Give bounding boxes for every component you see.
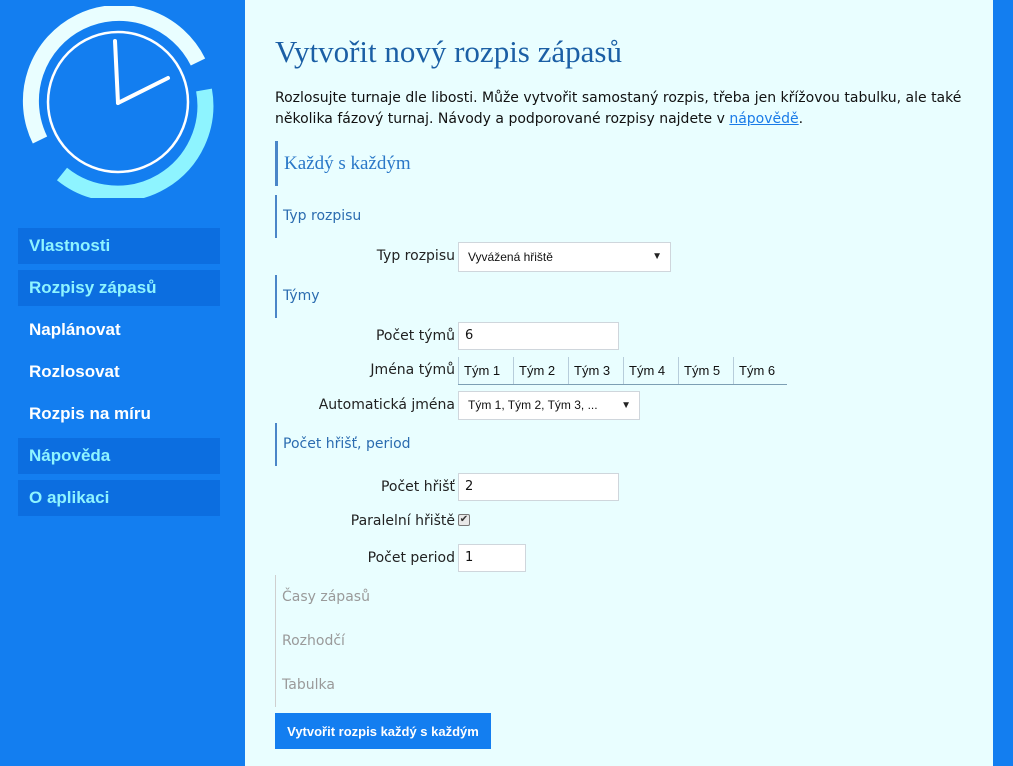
section-round-robin: Každý s každým [275,141,411,186]
team-name-2[interactable]: Tým 2 [513,357,568,384]
team-names-label: Jména týmů [370,362,455,378]
section-table[interactable]: Tabulka [275,663,335,707]
auto-names-select[interactable]: Tým 1, Tým 2, Tým 3, ... ▼ [458,391,640,420]
section-referees[interactable]: Rozhodčí [275,619,345,663]
sidebar-item-naplanovat[interactable]: Naplánovat [18,312,220,348]
schedule-type-label: Typ rozpisu [376,248,455,264]
caret-down-icon: ▼ [652,251,662,262]
team-name-4[interactable]: Tým 4 [623,357,678,384]
clock-icon[interactable] [22,4,214,202]
sidebar: Vlastnosti Rozpisy zápasů Naplánovat Roz… [0,0,245,766]
auto-names-value: Tým 1, Tým 2, Tým 3, ... [468,398,598,412]
page-title: Vytvořit nový rozpis zápasů [275,34,622,69]
period-count-input[interactable]: 1 [458,544,526,572]
section-teams[interactable]: Týmy [275,275,320,318]
sidebar-item-vlastnosti[interactable]: Vlastnosti [18,228,220,264]
team-count-label: Počet týmů [375,328,455,344]
period-count-label: Počet period [367,550,455,566]
team-name-6[interactable]: Tým 6 [733,357,787,384]
team-names-row: Tým 1 Tým 2 Tým 3 Tým 4 Tým 5 Tým 6 [458,357,787,385]
main-content: Vytvořit nový rozpis zápasů Rozlosujte t… [245,0,993,766]
parallel-fields-checkbox[interactable]: ✔ [458,514,470,526]
sidebar-item-o-aplikaci[interactable]: O aplikaci [18,480,220,516]
caret-down-icon: ▼ [621,400,631,411]
sidebar-item-napoveda[interactable]: Nápověda [18,438,220,474]
field-count-input[interactable]: 2 [458,473,619,501]
schedule-type-value: Vyvážená hřiště [468,250,553,264]
intro-end: . [798,111,804,127]
sidebar-item-rozlosovat[interactable]: Rozlosovat [18,354,220,390]
sidebar-item-rozpis-na-miru[interactable]: Rozpis na míru [18,396,220,432]
section-fields-periods[interactable]: Počet hřišť, period [275,423,411,466]
schedule-type-select[interactable]: Vyvážená hřiště ▼ [458,242,671,272]
team-name-5[interactable]: Tým 5 [678,357,733,384]
intro-text: Rozlosujte turnaje dle libosti. Může vyt… [275,88,975,130]
help-link[interactable]: nápovědě [729,111,798,127]
team-name-1[interactable]: Tým 1 [458,357,513,384]
section-schedule-type[interactable]: Typ rozpisu [275,195,361,238]
parallel-fields-label: Paralelní hřiště [350,513,455,529]
create-schedule-button[interactable]: Vytvořit rozpis každý s každým [275,713,491,749]
team-name-3[interactable]: Tým 3 [568,357,623,384]
field-count-label: Počet hřišť [380,479,455,495]
section-match-times[interactable]: Časy zápasů [275,575,370,619]
right-border [993,0,1013,766]
sidebar-item-rozpisy-zapasu[interactable]: Rozpisy zápasů [18,270,220,306]
team-count-input[interactable]: 6 [458,322,619,350]
auto-names-label: Automatická jména [318,397,455,413]
intro-body: Rozlosujte turnaje dle libosti. Může vyt… [275,90,962,127]
